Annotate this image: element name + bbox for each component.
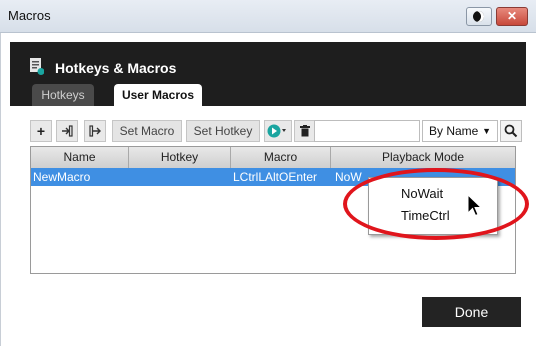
chevron-down-icon: ▼ xyxy=(482,126,491,136)
column-header-playback-mode[interactable]: Playback Mode xyxy=(331,147,515,168)
import-icon[interactable] xyxy=(56,120,78,142)
highlight-circle xyxy=(343,168,529,240)
dialog-header: Hotkeys & Macros Hotkeys User Macros xyxy=(10,42,526,106)
done-button[interactable]: Done xyxy=(422,297,521,327)
macro-toolbar: + Set Macro Set Hotkey By Name ▼ xyxy=(30,120,526,142)
delete-icon[interactable] xyxy=(294,120,316,142)
theme-toggle-button[interactable] xyxy=(466,7,492,26)
dialog-title: Hotkeys & Macros xyxy=(55,60,177,76)
table-header: Name Hotkey Macro Playback Mode xyxy=(31,147,515,169)
sort-value: By Name xyxy=(429,124,479,138)
search-icon[interactable] xyxy=(500,120,522,142)
cell-macro: LCtrlLAltOEnter xyxy=(233,170,318,184)
window-border xyxy=(0,33,1,346)
column-header-name[interactable]: Name xyxy=(31,147,129,168)
close-button[interactable]: ✕ xyxy=(496,7,528,26)
window-title: Macros xyxy=(8,8,51,23)
column-header-macro[interactable]: Macro xyxy=(231,147,331,168)
add-icon[interactable]: + xyxy=(30,120,52,142)
macro-document-icon xyxy=(30,58,44,75)
title-bar: Macros ✕ xyxy=(0,0,536,33)
play-icon[interactable] xyxy=(264,120,292,142)
set-hotkey-button[interactable]: Set Hotkey xyxy=(186,120,260,142)
tab-hotkeys[interactable]: Hotkeys xyxy=(32,84,94,106)
sort-select[interactable]: By Name ▼ xyxy=(422,120,498,142)
set-macro-button[interactable]: Set Macro xyxy=(112,120,182,142)
column-header-hotkey[interactable]: Hotkey xyxy=(129,147,231,168)
tab-user-macros[interactable]: User Macros xyxy=(114,84,202,106)
toggle-icon xyxy=(473,11,484,22)
cell-hotkey xyxy=(131,168,229,186)
export-icon[interactable] xyxy=(84,120,106,142)
cell-name: NewMacro xyxy=(33,170,91,184)
search-input[interactable] xyxy=(314,120,420,142)
